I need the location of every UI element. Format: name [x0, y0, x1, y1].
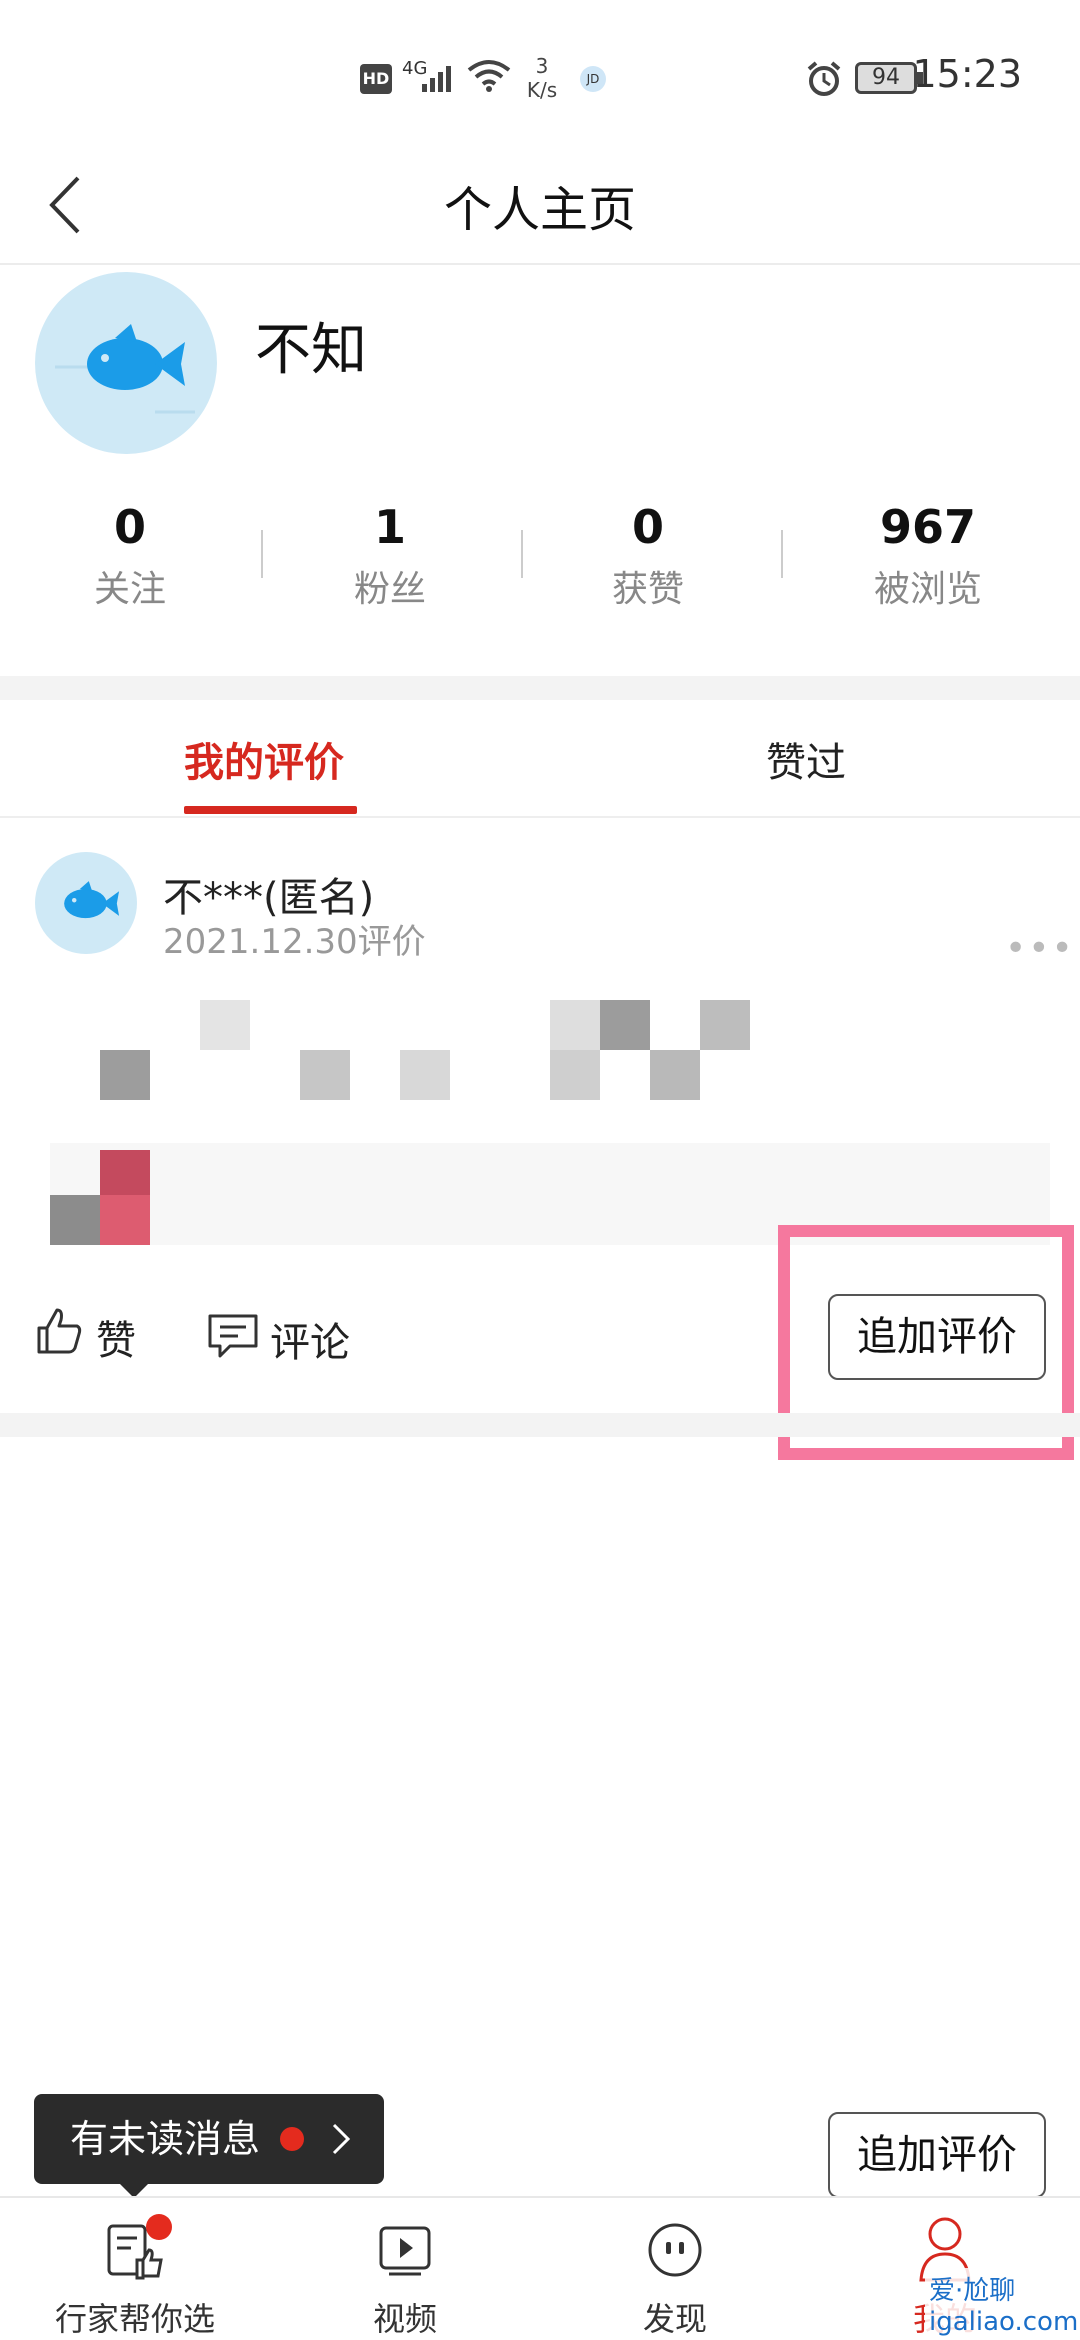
fish-icon: [55, 324, 195, 414]
stat-value: 0: [631, 500, 664, 554]
section-divider: [0, 1413, 1080, 1437]
review-date: 2021.12.30评价: [163, 922, 426, 962]
nav-label: 行家帮你选: [54, 2300, 215, 2338]
stat-following[interactable]: 0 关注: [30, 500, 230, 612]
unread-dot: [280, 2127, 304, 2151]
tab-indicator: [184, 806, 357, 814]
stat-label: 被浏览: [873, 569, 982, 610]
nav-label: 视频: [372, 2300, 437, 2338]
comment-label[interactable]: 评论: [270, 1310, 350, 1368]
notification-badge: [146, 2214, 172, 2240]
tabs-divider: [0, 816, 1080, 818]
nav-label: 发现: [642, 2300, 707, 2338]
page-title: 个人主页: [443, 182, 636, 238]
battery-indicator: 94: [855, 62, 917, 94]
chevron-right-icon: [332, 2123, 351, 2155]
wifi-icon: [467, 60, 511, 92]
profile-username: 不知: [255, 318, 367, 383]
thumbs-up-icon[interactable]: [35, 1306, 85, 1356]
divider: [261, 530, 263, 578]
speed-value: 3: [535, 54, 549, 78]
section-divider: [0, 676, 1080, 700]
stat-followers[interactable]: 1 粉丝: [290, 500, 490, 612]
speed-unit: K/s: [526, 78, 558, 102]
nav-item-discover[interactable]: 发现: [540, 2198, 810, 2340]
video-icon: [379, 2226, 431, 2276]
review-content-mosaic: [30, 985, 1050, 1255]
stat-views[interactable]: 967 被浏览: [828, 500, 1028, 612]
stat-label: 获赞: [611, 569, 684, 610]
stat-value: 0: [113, 500, 146, 554]
network-speed: 3 K/s: [522, 54, 562, 102]
more-options-icon[interactable]: •••: [1005, 928, 1075, 969]
hd-indicator: HD: [360, 64, 392, 94]
fish-icon: [64, 881, 120, 919]
tab-my-reviews[interactable]: 我的评价: [184, 730, 344, 788]
sticky-add-review-button[interactable]: 追加评价: [828, 2112, 1046, 2198]
comment-icon[interactable]: [206, 1312, 260, 1362]
watermark: 爱·尬聊 igaliao.com: [925, 2268, 1080, 2339]
clock: 15:23: [912, 52, 1022, 96]
alarm-icon: [807, 61, 841, 96]
jd-app-icon: JD: [580, 66, 606, 92]
stat-likes[interactable]: 0 获赞: [548, 500, 748, 612]
stat-value: 1: [373, 500, 406, 554]
divider: [521, 530, 523, 578]
tab-liked[interactable]: 赞过: [766, 730, 846, 788]
signal-icon: [422, 66, 451, 92]
divider: [781, 530, 783, 578]
nav-item-recommend[interactable]: 行家帮你选: [0, 2198, 270, 2340]
review-avatar[interactable]: [35, 852, 137, 954]
stat-label: 粉丝: [353, 569, 426, 610]
like-label[interactable]: 赞: [96, 1308, 136, 1366]
profile-avatar[interactable]: [35, 272, 217, 454]
bottom-navigation: 行家帮你选 视频 发现 我的: [0, 2196, 1080, 2340]
discover-icon: [648, 2223, 702, 2277]
nav-item-video[interactable]: 视频: [270, 2198, 540, 2340]
toast-text: 有未读消息: [70, 2117, 261, 2161]
stat-label: 关注: [93, 569, 166, 610]
stat-value: 967: [879, 500, 977, 554]
header-bar: 个人主页: [0, 150, 1080, 265]
status-bar: HD 4G 3 K/s JD 94 15:23: [0, 0, 1080, 150]
